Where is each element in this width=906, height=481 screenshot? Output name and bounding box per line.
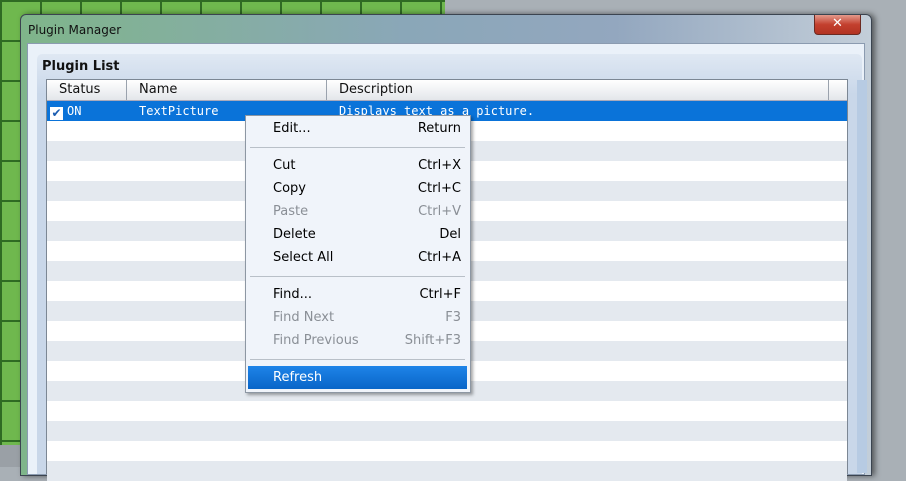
vertical-scrollbar[interactable]: [857, 80, 867, 473]
menu-separator: [250, 147, 465, 148]
menu-item-shortcut: Return: [417, 121, 461, 136]
menu-item-shortcut: Ctrl+A: [418, 250, 461, 265]
checkbox[interactable]: ✔: [50, 107, 63, 120]
empty-row: [47, 461, 847, 481]
menu-item-refresh[interactable]: Refresh: [248, 366, 467, 389]
column-filler: [829, 80, 847, 100]
menu-item-label: Select All: [273, 250, 334, 265]
menu-item-label: Delete: [273, 227, 316, 242]
menu-item-paste: Paste Ctrl+V: [248, 200, 467, 223]
column-name[interactable]: Name: [127, 80, 327, 100]
menu-item-find[interactable]: Find... Ctrl+F: [248, 283, 467, 306]
table-header: Status Name Description: [47, 80, 847, 101]
status-cell: ✔ ON: [47, 101, 127, 121]
menu-separator: [250, 276, 465, 277]
menu-separator: [250, 359, 465, 360]
menu-item-shortcut: Shift+F3: [404, 333, 461, 348]
close-button[interactable]: ✕: [814, 15, 861, 35]
menu-item-shortcut: Ctrl+F: [419, 287, 461, 302]
menu-item-find-next: Find Next F3: [248, 306, 467, 329]
close-icon: ✕: [832, 16, 843, 31]
menu-item-label: Find Previous: [273, 333, 359, 348]
menu-item-copy[interactable]: Copy Ctrl+C: [248, 177, 467, 200]
menu-item-shortcut: Ctrl+V: [418, 204, 461, 219]
menu-item-shortcut: Ctrl+C: [417, 181, 461, 196]
window-title: Plugin Manager: [28, 23, 122, 37]
menu-item-select-all[interactable]: Select All Ctrl+A: [248, 246, 467, 269]
column-status[interactable]: Status: [47, 80, 127, 100]
menu-item-label: Find Next: [273, 310, 335, 325]
menu-item-find-previous: Find Previous Shift+F3: [248, 329, 467, 352]
context-menu: Edit... Return Cut Ctrl+X Copy Ctrl+C Paste Ctr…: [245, 115, 471, 393]
menu-item-label: Cut: [273, 158, 296, 173]
menu-item-label: Edit...: [273, 121, 311, 136]
menu-item-label: Refresh: [273, 370, 323, 385]
menu-item-shortcut: Del: [439, 227, 461, 242]
menu-item-label: Paste: [273, 204, 309, 219]
menu-item-edit[interactable]: Edit... Return: [248, 117, 467, 140]
group-label: Plugin List: [42, 59, 120, 74]
menu-item-shortcut: F3: [445, 310, 461, 325]
menu-item-label: Find...: [273, 287, 313, 302]
background: [0, 445, 20, 467]
menu-item-shortcut: Ctrl+X: [418, 158, 461, 173]
status-text: ON: [67, 104, 82, 118]
menu-item-cut[interactable]: Cut Ctrl+X: [248, 154, 467, 177]
column-description[interactable]: Description: [327, 80, 829, 100]
empty-row: [47, 421, 847, 441]
menu-item-label: Copy: [273, 181, 306, 196]
empty-row: [47, 441, 847, 461]
menu-item-delete[interactable]: Delete Del: [248, 223, 467, 246]
empty-row: [47, 401, 847, 421]
